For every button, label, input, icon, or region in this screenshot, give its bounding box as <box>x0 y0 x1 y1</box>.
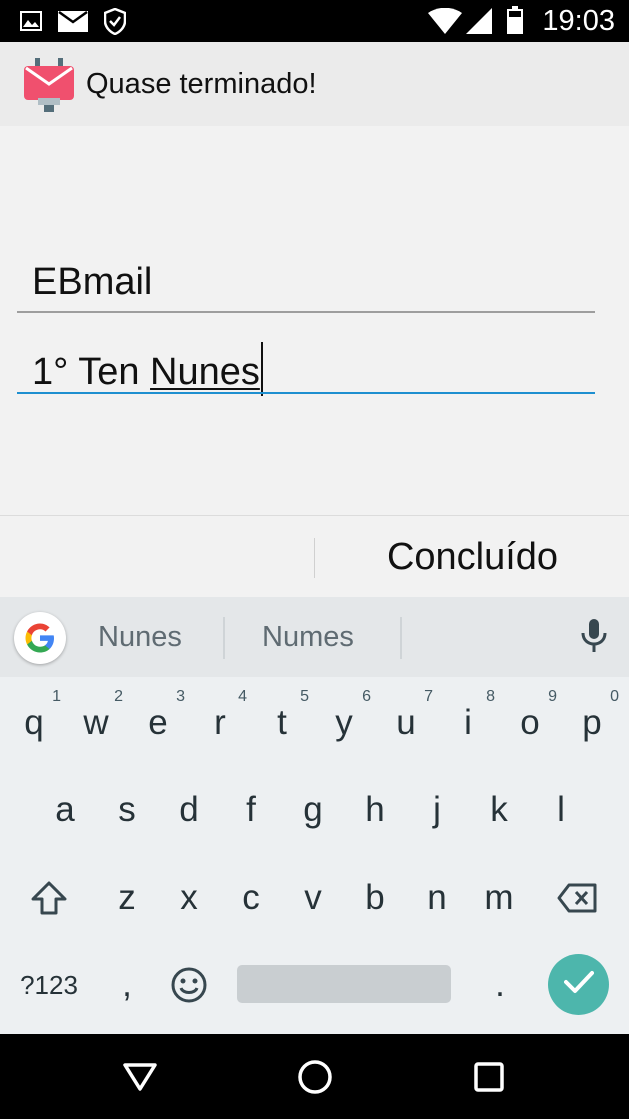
period-key[interactable]: . <box>469 942 531 1028</box>
home-icon[interactable] <box>297 1059 333 1100</box>
battery-icon <box>507 6 523 39</box>
key-x[interactable]: x <box>158 855 220 941</box>
key-w[interactable]: w2 <box>65 680 127 766</box>
key-label: q <box>24 703 44 742</box>
key-v[interactable]: v <box>282 855 344 941</box>
key-p[interactable]: p0 <box>561 680 623 766</box>
microphone-icon[interactable] <box>580 619 608 658</box>
key-label: w <box>83 703 109 742</box>
suggestion-item[interactable]: Numes <box>262 621 354 654</box>
suggestion-divider <box>223 617 225 659</box>
recents-icon[interactable] <box>474 1062 504 1097</box>
key-e[interactable]: e3 <box>127 680 189 766</box>
key-j[interactable]: j <box>406 767 468 853</box>
signal-icon <box>466 8 492 39</box>
checkmark-icon <box>563 970 594 999</box>
key-hint: 2 <box>114 688 123 705</box>
key-f[interactable]: f <box>220 767 282 853</box>
wifi-icon <box>428 7 462 39</box>
key-u[interactable]: u7 <box>375 680 437 766</box>
email-provider-field[interactable]: EBmail <box>17 253 595 313</box>
form-area: EBmail 1° Ten Nunes <box>0 126 629 516</box>
key-hint: 0 <box>610 688 619 705</box>
google-icon[interactable] <box>14 612 66 664</box>
key-label: i <box>464 703 472 742</box>
name-field[interactable]: 1° Ten Nunes <box>17 334 595 396</box>
text-cursor <box>260 342 263 396</box>
enter-key[interactable] <box>548 954 609 1015</box>
emoji-key[interactable] <box>158 942 220 1028</box>
key-c[interactable]: c <box>220 855 282 941</box>
clock: 19:03 <box>542 5 615 37</box>
key-i[interactable]: i8 <box>437 680 499 766</box>
field-underline-focused <box>17 392 595 394</box>
action-bar: Concluído <box>0 515 629 597</box>
key-label: o <box>520 703 540 742</box>
page-title: Quase terminado! <box>86 68 317 100</box>
shield-check-icon <box>103 7 127 40</box>
key-hint: 3 <box>176 688 185 705</box>
screen: 19:03 Quase terminado! EBmail 1° Ten Nun… <box>0 0 629 1119</box>
key-a[interactable]: a <box>34 767 96 853</box>
key-hint: 5 <box>300 688 309 705</box>
key-n[interactable]: n <box>406 855 468 941</box>
app-logo-icon <box>24 56 74 112</box>
name-value: 1° Ten Nunes <box>32 342 263 396</box>
key-q[interactable]: q1 <box>3 680 65 766</box>
key-l[interactable]: l <box>530 767 592 853</box>
key-label: r <box>214 703 226 742</box>
key-d[interactable]: d <box>158 767 220 853</box>
key-m[interactable]: m <box>468 855 530 941</box>
key-hint: 8 <box>486 688 495 705</box>
key-k[interactable]: k <box>468 767 530 853</box>
suggestion-divider <box>400 617 402 659</box>
status-bar: 19:03 <box>0 0 629 42</box>
key-h[interactable]: h <box>344 767 406 853</box>
back-icon[interactable] <box>122 1062 158 1097</box>
key-g[interactable]: g <box>282 767 344 853</box>
comma-key[interactable]: , <box>96 942 158 1028</box>
key-o[interactable]: o9 <box>499 680 561 766</box>
email-provider-value: EBmail <box>32 261 153 303</box>
key-label: t <box>277 703 287 742</box>
soft-keyboard: Nunes Numes q1w2e3r4t5y6u7i8o9p0 asdfghj… <box>0 597 629 1034</box>
key-label: u <box>396 703 416 742</box>
key-b[interactable]: b <box>344 855 406 941</box>
key-label: p <box>582 703 602 742</box>
name-value-composing: Nunes <box>150 351 260 393</box>
name-value-prefix: 1° Ten <box>32 351 151 393</box>
backspace-key[interactable] <box>546 855 608 941</box>
key-hint: 7 <box>424 688 433 705</box>
key-hint: 1 <box>52 688 61 705</box>
image-icon <box>20 11 42 36</box>
action-divider <box>314 538 315 578</box>
key-z[interactable]: z <box>96 855 158 941</box>
symbols-key[interactable]: ?123 <box>18 942 80 1028</box>
field-underline <box>17 311 595 313</box>
navigation-bar <box>0 1034 629 1119</box>
suggestion-item[interactable]: Nunes <box>98 621 182 654</box>
key-s[interactable]: s <box>96 767 158 853</box>
mail-icon <box>58 10 88 37</box>
shift-key[interactable] <box>18 855 80 941</box>
key-hint: 6 <box>362 688 371 705</box>
key-y[interactable]: y6 <box>313 680 375 766</box>
done-button[interactable]: Concluído <box>316 516 629 598</box>
key-label: e <box>148 703 168 742</box>
key-hint: 9 <box>548 688 557 705</box>
suggestion-strip: Nunes Numes <box>0 597 629 677</box>
key-r[interactable]: r4 <box>189 680 251 766</box>
app-toolbar: Quase terminado! <box>0 42 629 126</box>
space-bar[interactable] <box>237 965 451 1003</box>
key-t[interactable]: t5 <box>251 680 313 766</box>
key-label: y <box>335 703 353 742</box>
key-hint: 4 <box>238 688 247 705</box>
